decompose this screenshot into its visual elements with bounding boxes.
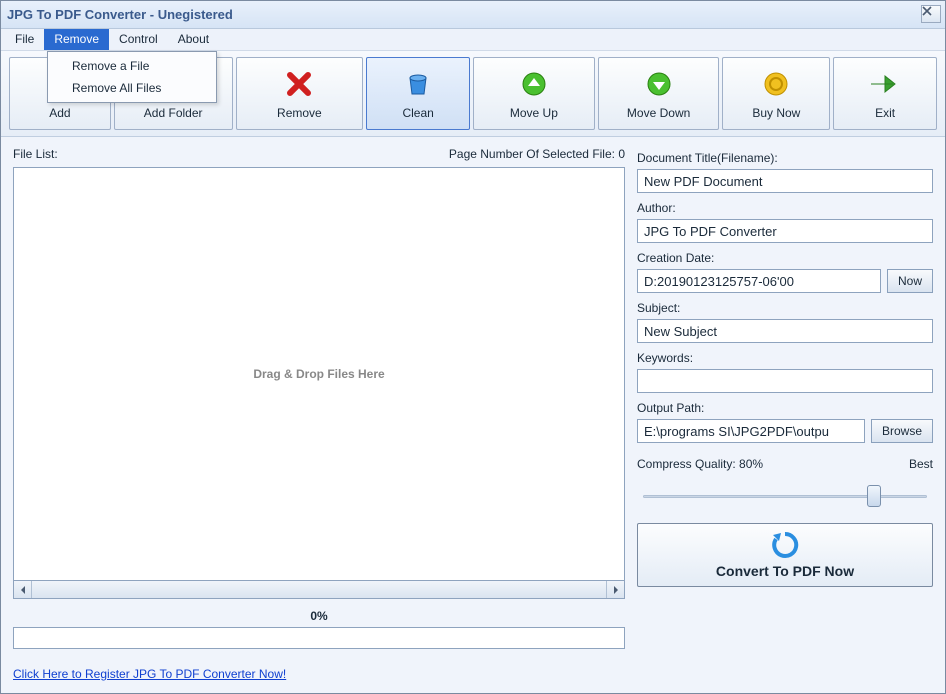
drop-hint: Drag & Drop Files Here [253,367,384,381]
move-up-label: Move Up [510,106,558,120]
output-path-label: Output Path: [637,401,933,415]
convert-label: Convert To PDF Now [716,563,854,579]
move-down-label: Move Down [627,106,690,120]
file-list-label: File List: [13,147,58,161]
keywords-label: Keywords: [637,351,933,365]
register-link[interactable]: Click Here to Register JPG To PDF Conver… [13,667,286,681]
add-folder-label: Add Folder [144,106,203,120]
right-panel: Document Title(Filename): Author: Creati… [637,147,933,681]
menu-remove[interactable]: Remove [44,29,109,50]
scroll-track[interactable] [32,581,606,598]
file-list-hscroll[interactable] [13,581,625,599]
move-down-button[interactable]: Move Down [598,57,720,130]
menu-bar: File Remove Control About Remove a File … [1,29,945,51]
exit-label: Exit [875,106,895,120]
move-down-icon [643,68,675,100]
menu-control[interactable]: Control [109,29,168,50]
browse-button[interactable]: Browse [871,419,933,443]
remove-button[interactable]: Remove [236,57,364,130]
scroll-left-arrow[interactable] [14,581,32,598]
remove-icon [283,68,315,100]
author-label: Author: [637,201,933,215]
dropdown-remove-file[interactable]: Remove a File [48,55,216,77]
title-bar: JPG To PDF Converter - Unegistered [1,1,945,29]
menu-about[interactable]: About [168,29,219,50]
now-button[interactable]: Now [887,269,933,293]
compress-quality-label: Compress Quality: 80% [637,457,763,471]
file-list-header: File List: Page Number Of Selected File:… [13,147,625,161]
creation-date-field[interactable] [637,269,881,293]
progress-bar [13,627,625,649]
register-link-row: Click Here to Register JPG To PDF Conver… [13,667,625,681]
buy-now-label: Buy Now [752,106,800,120]
remove-dropdown: Remove a File Remove All Files [47,51,217,103]
chevron-left-icon [19,586,27,594]
clean-label: Clean [402,106,433,120]
move-up-icon [518,68,550,100]
exit-icon [869,68,901,100]
close-button[interactable] [921,5,941,23]
exit-button[interactable]: Exit [833,57,937,130]
creation-date-label: Creation Date: [637,251,933,265]
close-icon [922,6,932,16]
left-panel: File List: Page Number Of Selected File:… [13,147,625,681]
convert-icon [771,531,799,559]
author-field[interactable] [637,219,933,243]
move-up-button[interactable]: Move Up [473,57,595,130]
clean-button[interactable]: Clean [366,57,470,130]
remove-label: Remove [277,106,322,120]
menu-file[interactable]: File [5,29,44,50]
output-path-field[interactable] [637,419,865,443]
chevron-right-icon [612,586,620,594]
page-number-label: Page Number Of Selected File: 0 [449,147,625,161]
compress-best-label: Best [909,457,933,471]
doc-title-field[interactable] [637,169,933,193]
window-title: JPG To PDF Converter - Unegistered [7,7,233,22]
subject-label: Subject: [637,301,933,315]
content-area: File List: Page Number Of Selected File:… [1,137,945,687]
coin-icon [760,68,792,100]
scroll-right-arrow[interactable] [606,581,624,598]
keywords-field[interactable] [637,369,933,393]
clean-icon [402,68,434,100]
dropdown-remove-all[interactable]: Remove All Files [48,77,216,99]
compress-quality-row: Compress Quality: 80% Best [637,457,933,471]
slider-track [643,495,927,498]
file-list-box[interactable]: Drag & Drop Files Here [13,167,625,581]
convert-button[interactable]: Convert To PDF Now [637,523,933,587]
add-label: Add [49,106,70,120]
quality-slider[interactable] [637,481,933,513]
doc-title-label: Document Title(Filename): [637,151,933,165]
slider-thumb[interactable] [867,485,881,507]
subject-field[interactable] [637,319,933,343]
buy-now-button[interactable]: Buy Now [722,57,830,130]
progress-label: 0% [13,609,625,623]
